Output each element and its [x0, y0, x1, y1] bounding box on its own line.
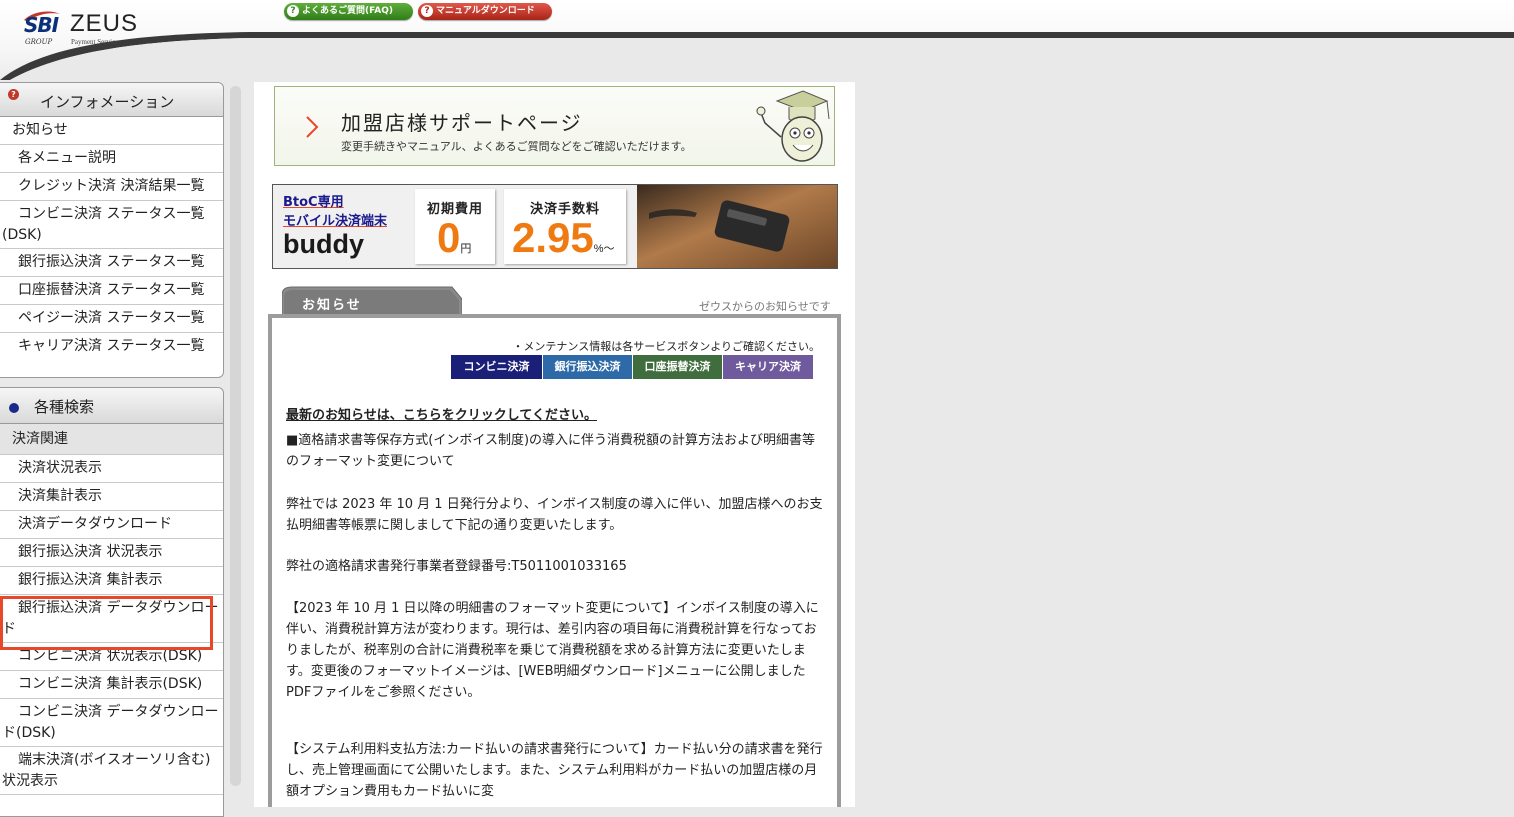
manual-download-button[interactable]: ? マニュアルダウンロード [418, 3, 552, 20]
initial-fee-box: 初期費用 0円 [415, 189, 495, 264]
highlight-box [0, 596, 213, 650]
sidebar-item-account-transfer-status[interactable]: 口座振替決済 ステータス一覧 [0, 277, 223, 305]
sidebar-item-notices[interactable]: お知らせ [0, 117, 223, 145]
logo-group-text: GROUP [25, 38, 53, 46]
sidebar: ? インフォメーション お知らせ 各メニュー説明 クレジット決済 決済結果一覧 … [0, 82, 228, 817]
question-icon: ? [421, 5, 433, 17]
support-page-banner[interactable]: 加盟店様サポートページ 変更手続きやマニュアル、よくあるご質問などをご確認いただ… [274, 86, 835, 166]
graduate-mascot-icon [756, 90, 830, 162]
sidebar-item-konbini-download[interactable]: コンビニ決済 データダウンロード(DSK) [0, 699, 223, 747]
notice-tab-label[interactable]: お知らせ [302, 294, 362, 313]
sidebar-item-bank-status[interactable]: 銀行振込決済 状況表示 [0, 539, 223, 567]
sidebar-item-payment-download[interactable]: 決済データダウンロード [0, 511, 223, 539]
notice-paragraph: 【システム利用料支払方法:カード払いの請求書発行について】カード払い分の請求書を… [286, 742, 823, 799]
fee-unit: 円 [460, 243, 472, 255]
sidebar-item-payment-summary[interactable]: 決済集計表示 [0, 483, 223, 511]
buddy-name: buddy [283, 229, 364, 259]
notice-panel: ・メンテナンス情報は各サービスボタンよりご確認ください。 コンビニ決済 銀行振込… [268, 314, 841, 807]
sidebar-item-terminal-status[interactable]: 端末決済(ボイスオーソリ含む)状況表示 [0, 747, 223, 795]
terminal-photo [637, 185, 837, 268]
sidebar-item-bank-transfer-status[interactable]: 銀行振込決済 ステータス一覧 [0, 249, 223, 277]
search-menu-title: 各種検索 [34, 398, 95, 416]
notice-paragraph: 【2023 年 10 月 1 日以降の明細書のフォーマット変更について】インボイ… [286, 601, 819, 700]
notice-tab-caption: ゼウスからのお知らせです [699, 300, 831, 313]
latest-notice-link[interactable]: 最新のお知らせは、こちらをクリックしてください。 [286, 404, 597, 423]
info-menu: ? インフォメーション お知らせ 各メニュー説明 クレジット決済 決済結果一覧 … [0, 82, 224, 378]
account-transfer-button[interactable]: 口座振替決済 [633, 355, 722, 379]
help-icon: ? [8, 89, 19, 100]
info-menu-title: インフォメーション [40, 93, 175, 111]
sidebar-item-menu-help[interactable]: 各メニュー説明 [0, 145, 223, 173]
fee-rate-value: 2.95%～ [512, 214, 615, 268]
notice-paragraph: 弊社では 2023 年 10 月 1 日発行分より、インボイス制度の導入に伴い、… [286, 497, 823, 533]
question-icon: ? [287, 5, 299, 17]
buddy-line1: BtoC専用 [283, 195, 344, 210]
faq-button-label: よくあるご質問(FAQ) [302, 6, 393, 16]
konbini-payment-button[interactable]: コンビニ決済 [451, 355, 542, 379]
notice-paragraph: ■適格請求書等保存方式(インボイス制度)の導入に伴う消費税額の計算方法および明細… [286, 433, 816, 469]
logo-sbi-text: SBI [24, 13, 59, 37]
carrier-payment-button[interactable]: キャリア決済 [723, 355, 813, 379]
maintenance-note: ・メンテナンス情報は各サービスボタンよりご確認ください。 [512, 340, 820, 353]
sidebar-category-payments: 決済関連 [0, 424, 223, 455]
top-header: SBI GROUP ZEUS Payment Service ? よくあるご質問… [0, 0, 1514, 80]
support-banner-title: 加盟店様サポートページ [341, 111, 583, 135]
bank-transfer-button[interactable]: 銀行振込決済 [543, 355, 632, 379]
sidebar-item-carrier-status[interactable]: キャリア決済 ステータス一覧 [0, 333, 223, 361]
sidebar-item-bank-summary[interactable]: 銀行振込決済 集計表示 [0, 567, 223, 595]
manual-download-label: マニュアルダウンロード [436, 6, 535, 16]
notice-paragraph: 弊社の適格請求書発行事業者登録番号:T5011001033165 [286, 559, 627, 574]
buddy-terminal-banner[interactable]: BtoC専用 モバイル決済端末 buddy 初期費用 0円 決済手数料 2.95… [272, 184, 838, 269]
buddy-text-block: BtoC専用 モバイル決済端末 buddy [283, 191, 387, 259]
zeus-logo[interactable]: SBI GROUP ZEUS Payment Service [24, 6, 224, 50]
header-swoosh [0, 32, 1514, 80]
fee-number: 0 [437, 214, 461, 261]
logo-zeus-text: ZEUS [70, 10, 139, 37]
faq-button[interactable]: ? よくあるご質問(FAQ) [284, 3, 413, 20]
buddy-line2: モバイル決済端末 [283, 214, 388, 229]
main-content: 加盟店様サポートページ 変更手続きやマニュアル、よくあるご質問などをご確認いただ… [254, 82, 855, 807]
sidebar-item-konbini-status[interactable]: コンビニ決済 ステータス一覧(DSK) [0, 201, 223, 249]
support-banner-subtitle: 変更手続きやマニュアル、よくあるご質問などをご確認いただけます。 [341, 140, 692, 153]
fee-rate-box: 決済手数料 2.95%～ [504, 189, 626, 264]
initial-fee-value: 0円 [437, 214, 472, 268]
info-menu-header: ? インフォメーション [0, 83, 223, 117]
logo-subtitle: Payment Service [71, 38, 119, 46]
sidebar-item-payment-status[interactable]: 決済状況表示 [0, 455, 223, 483]
rate-unit: %～ [593, 243, 615, 255]
rate-number: 2.95 [512, 214, 594, 261]
search-menu-header: 各種検索 [0, 388, 223, 424]
bullet-icon [9, 403, 19, 413]
chevron-right-icon [306, 116, 319, 138]
sidebar-item-konbini-summary[interactable]: コンビニ決済 集計表示(DSK) [0, 671, 223, 699]
sidebar-item-credit-results[interactable]: クレジット決済 決済結果一覧 [0, 173, 223, 201]
sidebar-item-payeasy-status[interactable]: ペイジー決済 ステータス一覧 [0, 305, 223, 333]
sidebar-scrollbar[interactable] [230, 86, 241, 786]
